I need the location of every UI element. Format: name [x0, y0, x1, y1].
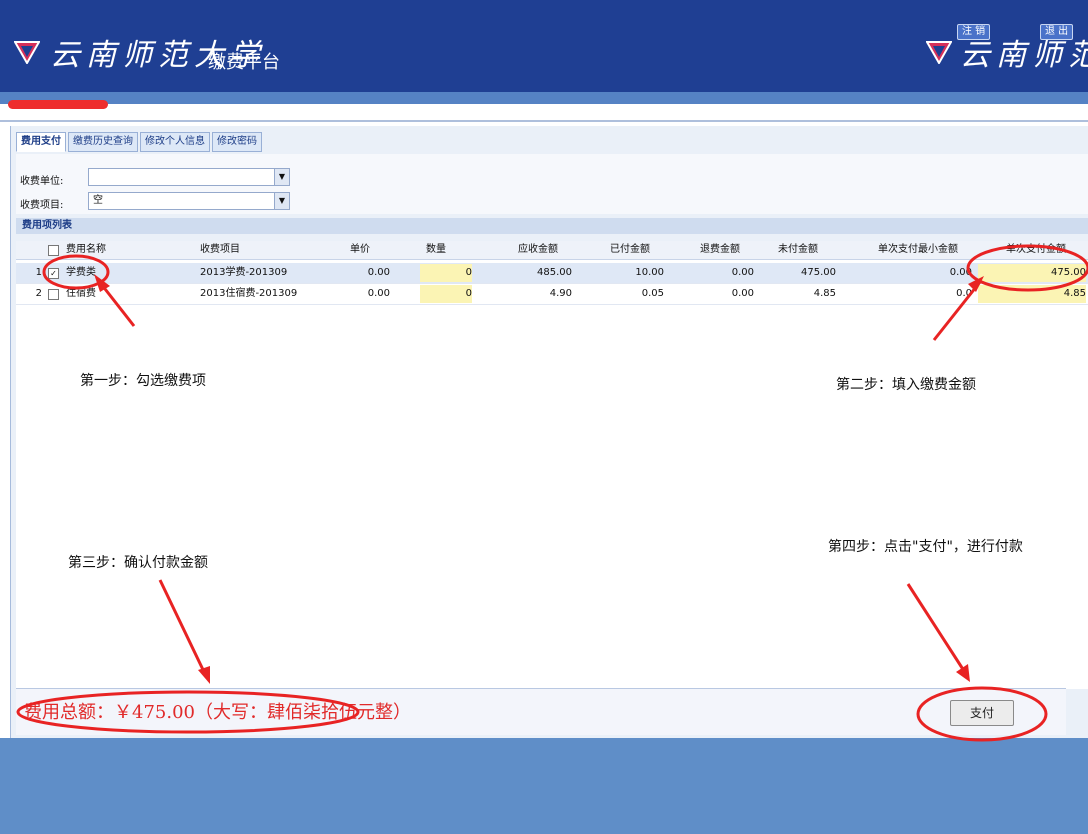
select-all-checkbox[interactable] — [48, 245, 59, 256]
col-min-amount: 单次支付最小金额 — [878, 244, 958, 255]
total-amount: 费用总额：￥475.00（大写：肆佰柒拾伍元整） — [24, 702, 411, 723]
tab-change-password[interactable]: 修改密码 — [212, 132, 262, 152]
qty-input[interactable]: 0 — [420, 264, 472, 282]
item-select[interactable]: 空 ▼ — [88, 192, 290, 210]
col-receivable: 应收金额 — [518, 244, 558, 255]
platform-title: 缴费平台 — [208, 52, 280, 73]
tab-payment-history[interactable]: 缴费历史查询 — [68, 132, 138, 152]
fee-refund: 0.00 — [731, 288, 754, 299]
fee-receivable: 485.00 — [537, 267, 572, 278]
tab-bar: 费用支付 缴费历史查询 修改个人信息 修改密码 — [16, 132, 264, 152]
table-header: 费用名称 收费项目 单价 数量 应收金额 已付金额 退费金额 未付金额 单次支付… — [16, 241, 1088, 260]
fee-unpaid: 4.85 — [813, 288, 836, 299]
fee-table: 费用名称 收费项目 单价 数量 应收金额 已付金额 退费金额 未付金额 单次支付… — [16, 241, 1088, 689]
unit-label: 收费单位: — [20, 176, 64, 187]
fee-table-title: 费用项列表 — [16, 218, 1088, 234]
pay-amount-input[interactable]: 4.85 — [978, 285, 1086, 303]
chevron-down-icon[interactable]: ▼ — [274, 169, 289, 185]
exit-button[interactable]: 退 出 — [1040, 24, 1074, 40]
row-index: 2 — [35, 288, 42, 299]
col-paid: 已付金额 — [610, 244, 650, 255]
item-label: 收费项目: — [20, 200, 64, 211]
row-checkbox[interactable]: ✓ — [48, 268, 59, 279]
user-bar — [0, 104, 1088, 122]
step2-annotation: 第二步：填入缴费金额 — [836, 377, 976, 393]
fee-paid: 10.00 — [635, 267, 664, 278]
page-bottom-background — [0, 738, 1088, 834]
fee-item: 2013学费-201309 — [200, 267, 288, 278]
fee-paid: 0.05 — [641, 288, 664, 299]
fee-name: 住宿费 — [66, 288, 96, 299]
header-stripe — [0, 92, 1088, 104]
logout-button[interactable]: 注 销 — [957, 24, 991, 40]
tab-edit-profile[interactable]: 修改个人信息 — [140, 132, 210, 152]
filter-form: 收费单位: ▼ 收费项目: 空 ▼ — [16, 154, 1088, 214]
fee-item: 2013住宿费-201309 — [200, 288, 298, 299]
col-item: 收费项目 — [200, 244, 240, 255]
step4-annotation: 第四步：点击"支付"，进行付款 — [828, 539, 1023, 555]
fee-refund: 0.00 — [731, 267, 754, 278]
step3-annotation: 第三步：确认付款金额 — [68, 555, 208, 571]
col-price: 单价 — [350, 244, 370, 255]
app-header: 云南师范大学 缴费平台 云南师范大 注 销 退 出 — [0, 0, 1088, 92]
col-refund: 退费金额 — [700, 244, 740, 255]
col-pay-amount: 单次支付金额 — [1006, 244, 1066, 255]
table-row[interactable]: 2 住宿费 2013住宿费-201309 0.00 0 4.90 0.05 0.… — [16, 284, 1088, 305]
university-logo-right-icon — [926, 41, 952, 64]
table-row[interactable]: 1 ✓ 学费类 2013学费-201309 0.00 0 485.00 10.0… — [16, 263, 1088, 284]
row-index: 1 — [35, 267, 42, 278]
unit-select[interactable]: ▼ — [88, 168, 290, 186]
pay-amount-input[interactable]: 475.00 — [978, 264, 1086, 282]
chevron-down-icon[interactable]: ▼ — [274, 193, 289, 209]
redacted-username-mark — [8, 100, 108, 109]
university-logo-icon — [14, 41, 40, 64]
row-checkbox[interactable] — [48, 289, 59, 300]
pay-button[interactable]: 支付 — [950, 700, 1014, 726]
step1-annotation: 第一步：勾选缴费项 — [80, 373, 206, 389]
item-select-value: 空 — [93, 195, 103, 206]
fee-min-amount: 0.00 — [949, 267, 972, 278]
fee-price: 0.00 — [367, 267, 390, 278]
fee-receivable: 4.90 — [549, 288, 572, 299]
qty-input[interactable]: 0 — [420, 285, 472, 303]
fee-name: 学费类 — [66, 267, 96, 278]
tab-fee-payment[interactable]: 费用支付 — [16, 132, 66, 152]
col-unpaid: 未付金额 — [778, 244, 818, 255]
col-name: 费用名称 — [66, 244, 106, 255]
col-qty: 数量 — [426, 244, 446, 255]
fee-unpaid: 475.00 — [801, 267, 836, 278]
fee-min-amount: 0.0 — [956, 288, 972, 299]
fee-price: 0.00 — [367, 288, 390, 299]
